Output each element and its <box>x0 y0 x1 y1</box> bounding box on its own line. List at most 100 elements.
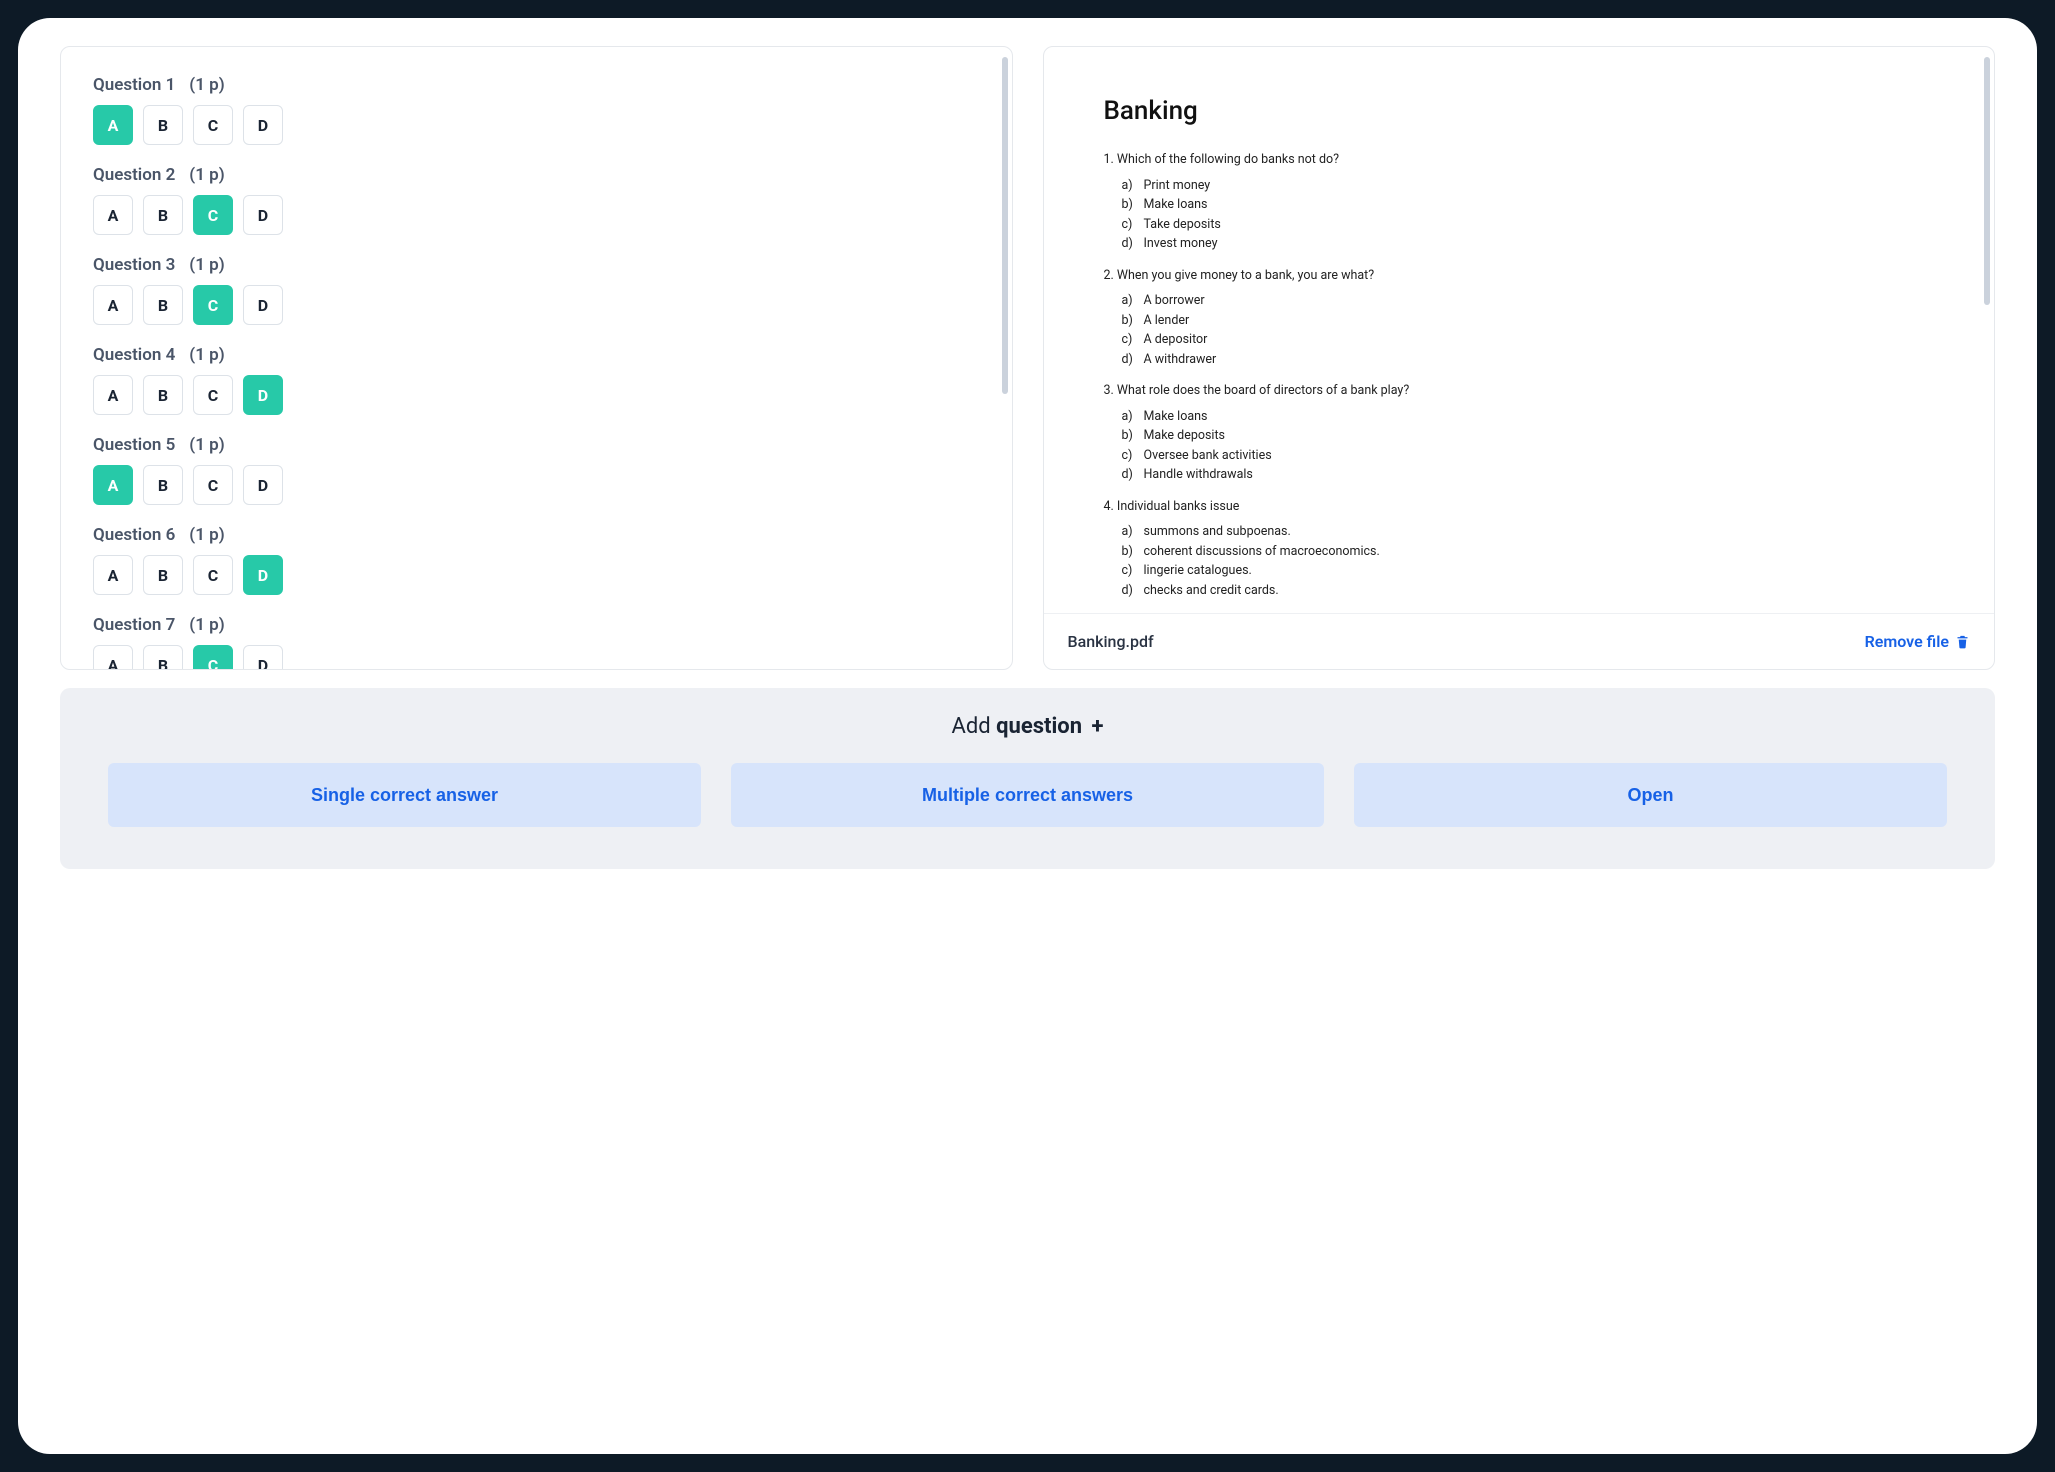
option-button-b[interactable]: B <box>143 285 183 325</box>
question-header: Question 2(1 p) <box>93 165 980 185</box>
option-button-a[interactable]: A <box>93 465 133 505</box>
add-question-bold: question <box>996 714 1082 739</box>
question-block: Question 6(1 p) ABCD <box>93 525 980 595</box>
doc-option: d)Invest money <box>1122 235 1935 253</box>
app-frame: Question 1(1 p)ABCDQuestion 2(1 p)ABCDQu… <box>18 18 2037 1454</box>
document-scrollbar-thumb[interactable] <box>1984 57 1990 305</box>
question-label: Question 5 <box>93 435 175 455</box>
question-points: (1 p) <box>189 435 224 455</box>
option-button-d[interactable]: D <box>243 645 283 669</box>
document-footer: Banking.pdf Remove file <box>1044 613 1995 669</box>
add-question-prefix: Add <box>951 714 996 739</box>
answer-key-scrollbar-track <box>1002 57 1008 619</box>
option-button-c[interactable]: C <box>193 105 233 145</box>
option-button-c[interactable]: C <box>193 645 233 669</box>
option-button-a[interactable]: A <box>93 645 133 669</box>
option-row: ABCD <box>93 105 980 145</box>
question-label: Question 4 <box>93 345 175 365</box>
option-row: ABCD <box>93 645 980 669</box>
option-button-a[interactable]: A <box>93 195 133 235</box>
doc-option: d)Handle withdrawals <box>1122 466 1935 484</box>
doc-option: c)lingerie catalogues. <box>1122 562 1935 580</box>
doc-question: 1. Which of the following do banks not d… <box>1104 151 1935 253</box>
option-button-c[interactable]: C <box>193 555 233 595</box>
option-button-b[interactable]: B <box>143 375 183 415</box>
question-header: Question 6(1 p) <box>93 525 980 545</box>
doc-option: a)A borrower <box>1122 292 1935 310</box>
answer-key-content: Question 1(1 p)ABCDQuestion 2(1 p)ABCDQu… <box>61 47 1012 669</box>
question-points: (1 p) <box>189 615 224 635</box>
option-button-c[interactable]: C <box>193 195 233 235</box>
option-button-b[interactable]: B <box>143 195 183 235</box>
answer-key-panel: Question 1(1 p)ABCDQuestion 2(1 p)ABCDQu… <box>60 46 1013 670</box>
option-button-d[interactable]: D <box>243 555 283 595</box>
question-label: Question 1 <box>93 75 175 95</box>
option-button-c[interactable]: C <box>193 285 233 325</box>
option-button-a[interactable]: A <box>93 555 133 595</box>
add-question-header: Add question + <box>108 714 1947 739</box>
document-panel: Banking 1. Which of the following do ban… <box>1043 46 1996 670</box>
question-points: (1 p) <box>189 75 224 95</box>
document-content: Banking 1. Which of the following do ban… <box>1044 47 1995 613</box>
option-row: ABCD <box>93 555 980 595</box>
question-header: Question 3(1 p) <box>93 255 980 275</box>
doc-option: b)Make loans <box>1122 196 1935 214</box>
add-question-section: Add question + Single correct answer Mult… <box>60 688 1995 869</box>
question-header: Question 5 (1 p) <box>93 435 980 455</box>
plus-icon: + <box>1092 714 1104 739</box>
question-points: (1 p) <box>189 525 224 545</box>
answer-key-scrollbar-thumb[interactable] <box>1002 57 1008 394</box>
option-button-a[interactable]: A <box>93 105 133 145</box>
option-button-b[interactable]: B <box>143 105 183 145</box>
question-block: Question 1 (1 p) ABCD <box>93 75 980 145</box>
doc-option: d)A withdrawer <box>1122 351 1935 369</box>
question-header: Question 7 (1 p) <box>93 615 980 635</box>
option-button-d[interactable]: D <box>243 105 283 145</box>
doc-question: 4. Individual banks issue a)summons and s… <box>1104 498 1935 600</box>
option-row: ABCD <box>93 195 980 235</box>
option-button-d[interactable]: D <box>243 285 283 325</box>
doc-option: b)Make deposits <box>1122 427 1935 445</box>
question-header: Question 1 (1 p) <box>93 75 980 95</box>
option-button-b[interactable]: B <box>143 465 183 505</box>
option-button-d[interactable]: D <box>243 375 283 415</box>
panels-row: Question 1(1 p)ABCDQuestion 2(1 p)ABCDQu… <box>60 46 1995 670</box>
question-block: Question 2(1 p) ABCD <box>93 165 980 235</box>
document-filename: Banking.pdf <box>1068 632 1154 651</box>
doc-question: 3. What role does the board of directors… <box>1104 382 1935 484</box>
doc-options: a)summons and subpoenas.b)coherent discu… <box>1104 523 1935 599</box>
question-type-row: Single correct answer Multiple correct an… <box>108 763 1947 827</box>
remove-file-button[interactable]: Remove file <box>1865 632 1970 651</box>
doc-question: 2. When you give money to a bank, you ar… <box>1104 267 1935 369</box>
doc-question-text: 2. When you give money to a bank, you ar… <box>1104 267 1935 285</box>
question-label: Question 3 <box>93 255 175 275</box>
question-type-button[interactable]: Open <box>1354 763 1947 827</box>
question-block: Question 5 (1 p) ABCD <box>93 435 980 505</box>
question-block: Question 4 (1 p) ABCD <box>93 345 980 415</box>
doc-question-text: 1. Which of the following do banks not d… <box>1104 151 1935 169</box>
doc-options: a)Print moneyb)Make loansc)Take deposits… <box>1104 177 1935 253</box>
question-type-button[interactable]: Single correct answer <box>108 763 701 827</box>
option-button-d[interactable]: D <box>243 195 283 235</box>
option-button-b[interactable]: B <box>143 645 183 669</box>
doc-question-text: 4. Individual banks issue <box>1104 498 1935 516</box>
question-label: Question 7 <box>93 615 175 635</box>
doc-options: a)Make loansb)Make depositsc)Oversee ban… <box>1104 408 1935 484</box>
document-title: Banking <box>1104 93 1935 129</box>
option-button-b[interactable]: B <box>143 555 183 595</box>
option-button-a[interactable]: A <box>93 285 133 325</box>
question-block: Question 3(1 p) ABCD <box>93 255 980 325</box>
document-scrollbar-track <box>1984 57 1990 609</box>
doc-option: b)A lender <box>1122 312 1935 330</box>
option-button-c[interactable]: C <box>193 375 233 415</box>
doc-option: c)Oversee bank activities <box>1122 447 1935 465</box>
doc-option: b)coherent discussions of macroeconomics… <box>1122 543 1935 561</box>
trash-icon <box>1955 633 1970 650</box>
question-type-button[interactable]: Multiple correct answers <box>731 763 1324 827</box>
doc-option: c)Take deposits <box>1122 216 1935 234</box>
option-button-d[interactable]: D <box>243 465 283 505</box>
option-button-c[interactable]: C <box>193 465 233 505</box>
option-button-a[interactable]: A <box>93 375 133 415</box>
option-row: ABCD <box>93 465 980 505</box>
question-points: (1 p) <box>189 345 224 365</box>
